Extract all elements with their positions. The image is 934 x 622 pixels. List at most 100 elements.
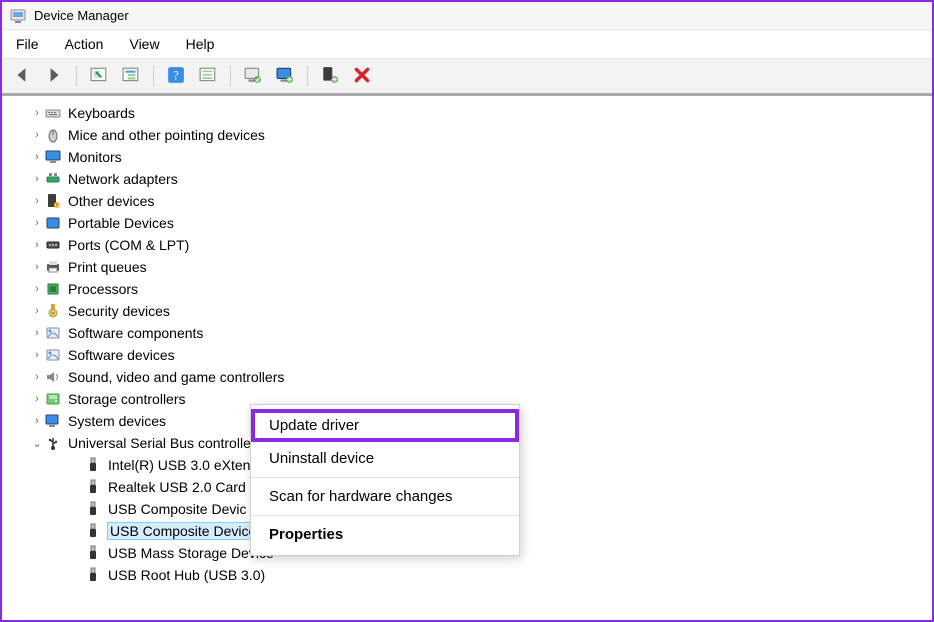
remove-button[interactable] (348, 63, 376, 89)
chevron-icon[interactable]: › (30, 129, 44, 141)
app-icon (10, 8, 26, 24)
show-hidden-button[interactable] (85, 63, 113, 89)
context-menu-item[interactable]: Update driver (251, 409, 519, 442)
window-title: Device Manager (34, 8, 129, 23)
chevron-icon[interactable]: › (30, 327, 44, 339)
scan-hardware-button[interactable] (271, 63, 299, 89)
menu-help[interactable]: Help (182, 34, 219, 54)
monitor-scan-icon (276, 66, 294, 87)
tree-category[interactable]: ›Print queues (2, 256, 932, 278)
context-menu: Update driverUninstall device Scan for ha… (250, 404, 520, 556)
usb-icon (44, 435, 62, 451)
chevron-icon[interactable]: › (30, 415, 44, 427)
chevron-icon[interactable]: › (30, 151, 44, 163)
forward-button[interactable] (40, 63, 68, 89)
monitor-icon (44, 149, 62, 165)
list-icon-button[interactable] (194, 63, 222, 89)
cpu-icon (44, 281, 62, 297)
update-driver-button[interactable] (239, 63, 267, 89)
title-bar: Device Manager (2, 2, 932, 30)
keyboard-icon (44, 105, 62, 121)
list-icon (199, 66, 217, 87)
toolbar-separator (76, 65, 77, 87)
tree-item-label: Intel(R) USB 3.0 eXten (108, 457, 250, 473)
context-menu-separator (251, 515, 519, 516)
tree-category[interactable]: › Monitors (2, 146, 932, 168)
tree-category[interactable]: › Processors (2, 278, 932, 300)
tree-category[interactable]: ›Network adapters (2, 168, 932, 190)
tree-item-label: Portable Devices (68, 215, 174, 231)
chevron-icon[interactable]: › (30, 173, 44, 185)
tree-item-label: Storage controllers (68, 391, 186, 407)
arrow-right-icon (45, 66, 63, 87)
toolbar-separator (307, 65, 308, 87)
tree-item-label: USB Root Hub (USB 3.0) (108, 567, 265, 583)
help-button[interactable]: ? (162, 63, 190, 89)
tree-category[interactable]: › Portable Devices (2, 212, 932, 234)
tree-item-label: Universal Serial Bus controllers (68, 435, 263, 451)
chevron-icon[interactable]: › (30, 217, 44, 229)
help-icon: ? (167, 66, 185, 87)
tree-item-label: Security devices (68, 303, 170, 319)
tree-item-label: Monitors (68, 149, 122, 165)
pc-plus-icon (321, 66, 339, 87)
tree-item-label: Other devices (68, 193, 154, 209)
chevron-icon[interactable]: › (30, 283, 44, 295)
context-menu-item[interactable]: Scan for hardware changes (251, 480, 519, 513)
chevron-icon[interactable]: › (30, 371, 44, 383)
usb-plug-icon (84, 545, 102, 561)
arrow-left-icon (13, 66, 31, 87)
chevron-icon[interactable]: › (30, 195, 44, 207)
chevron-icon[interactable]: › (30, 305, 44, 317)
tree-category[interactable]: › Keyboards (2, 102, 932, 124)
storage-icon (44, 391, 62, 407)
tree-category[interactable]: › Software components (2, 322, 932, 344)
context-menu-item[interactable]: Uninstall device (251, 442, 519, 475)
other-device-icon: ! (44, 193, 62, 209)
tree-item-label: Software components (68, 325, 203, 341)
portable-icon (44, 215, 62, 231)
context-menu-separator (251, 477, 519, 478)
tree-category[interactable]: ›Software devices (2, 344, 932, 366)
context-menu-item[interactable]: Properties (251, 518, 519, 551)
chevron-icon[interactable]: › (30, 239, 44, 251)
svg-text:?: ? (173, 68, 179, 82)
tree-item-label: USB Composite Devic (108, 501, 247, 517)
tree-item-label: USB Mass Storage Device (108, 545, 274, 561)
tree-category[interactable]: ›Sound, video and game controllers (2, 366, 932, 388)
usb-plug-icon (84, 501, 102, 517)
tree-item-label: Keyboards (68, 105, 135, 121)
uninstall-button[interactable] (316, 63, 344, 89)
panel-tree-icon (122, 66, 140, 87)
device-manager-window: Device Manager File Action View Help ? ›… (0, 0, 934, 622)
devices-by-type-button[interactable] (117, 63, 145, 89)
menu-view[interactable]: View (125, 34, 163, 54)
usb-plug-icon (84, 523, 102, 539)
chevron-icon[interactable]: › (30, 349, 44, 361)
back-button[interactable] (8, 63, 36, 89)
tree-item-label: Processors (68, 281, 138, 297)
toolbar: ? (2, 59, 932, 96)
tree-item-label: System devices (68, 413, 166, 429)
chevron-icon[interactable]: › (30, 107, 44, 119)
chevron-icon[interactable]: › (30, 261, 44, 273)
svg-text:!: ! (56, 203, 57, 209)
software-icon (44, 347, 62, 363)
tree-category[interactable]: › Mice and other pointing devices (2, 124, 932, 146)
tree-category[interactable]: › Security devices (2, 300, 932, 322)
tree-item-label: USB Composite Device (108, 523, 258, 539)
system-icon (44, 413, 62, 429)
chevron-icon[interactable]: ⌄ (30, 437, 44, 450)
tree-category[interactable]: ›Ports (COM & LPT) (2, 234, 932, 256)
chevron-icon[interactable]: › (30, 393, 44, 405)
printer-icon (44, 259, 62, 275)
menu-action[interactable]: Action (61, 34, 108, 54)
toolbar-separator (230, 65, 231, 87)
tree-item-label: Mice and other pointing devices (68, 127, 265, 143)
menu-file[interactable]: File (12, 34, 43, 54)
tree-category[interactable]: ›! Other devices (2, 190, 932, 212)
tree-item[interactable]: ›USB Root Hub (USB 3.0) (2, 564, 932, 586)
network-icon (44, 171, 62, 187)
software-icon (44, 325, 62, 341)
usb-plug-icon (84, 567, 102, 583)
